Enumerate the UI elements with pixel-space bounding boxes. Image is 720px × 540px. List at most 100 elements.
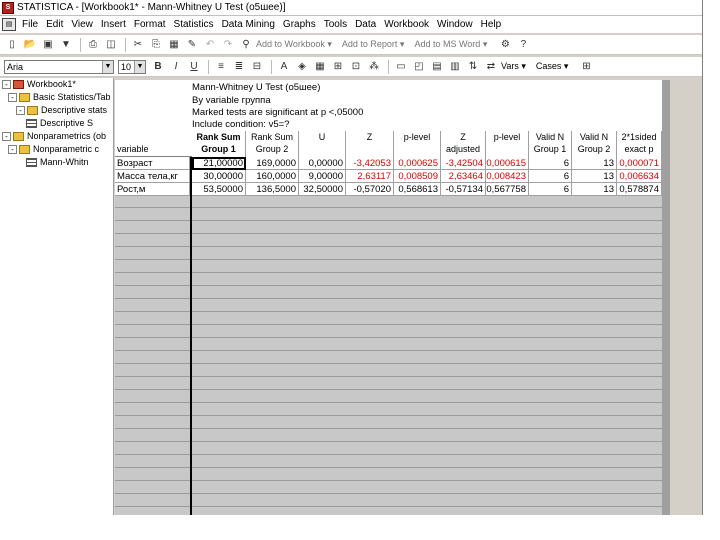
table-cell[interactable]: 6 xyxy=(529,157,572,170)
column-header[interactable]: p-level xyxy=(394,131,441,157)
menu-file[interactable]: File xyxy=(22,19,38,30)
column-header[interactable]: p-level xyxy=(486,131,529,157)
menu-tools[interactable]: Tools xyxy=(324,19,347,30)
redo-icon[interactable]: ↷ xyxy=(220,37,236,52)
menu-data[interactable]: Data xyxy=(355,19,376,30)
tree-item[interactable]: - Basic Statistics/Tab xyxy=(8,91,111,103)
add-to-workbook-button[interactable]: Add to Workbook ▾ xyxy=(256,39,332,50)
align-right-icon[interactable]: ⊟ xyxy=(249,59,265,74)
menu-window[interactable]: Window xyxy=(437,19,473,30)
table-cell[interactable]: 2,63464 xyxy=(441,170,486,183)
menu-graphs[interactable]: Graphs xyxy=(283,19,316,30)
align-center-icon[interactable]: ≣ xyxy=(231,59,247,74)
chevron-down-icon[interactable]: ▼ xyxy=(134,60,145,73)
tree-item[interactable]: Mann-Whitn xyxy=(26,156,89,168)
tree-item[interactable]: - Nonparametrics (ob xyxy=(2,130,106,142)
save-icon[interactable]: ▣ xyxy=(40,37,56,52)
underline-button[interactable]: U xyxy=(186,59,202,74)
italic-button[interactable]: I xyxy=(168,59,184,74)
format-icon[interactable]: ▤ xyxy=(429,59,445,74)
table-cell[interactable]: -3,42504 xyxy=(441,157,486,170)
table-cell[interactable]: 0,006634 xyxy=(617,170,662,183)
menu-workbook[interactable]: Workbook xyxy=(384,19,429,30)
collapse-icon[interactable]: - xyxy=(16,105,25,115)
table-options-icon[interactable]: ⊞ xyxy=(578,59,594,74)
transpose-icon[interactable]: ⇄ xyxy=(483,59,499,74)
column-header[interactable]: U xyxy=(299,131,346,157)
row-header[interactable]: Возраст xyxy=(115,157,190,170)
new-icon[interactable]: ▯ xyxy=(4,37,20,52)
fill-color-icon[interactable]: ◈ xyxy=(294,59,310,74)
column-header[interactable]: Rank Sum Group 2 xyxy=(246,131,299,157)
table-cell[interactable]: 0,000071 xyxy=(617,157,662,170)
table-cell[interactable]: 0,578874 xyxy=(617,183,662,196)
menu-view[interactable]: View xyxy=(71,19,93,30)
bold-button[interactable]: B xyxy=(150,59,166,74)
font-color-icon[interactable]: A xyxy=(276,59,292,74)
vars-menu[interactable]: Vars ▾ xyxy=(501,61,526,72)
menu-help[interactable]: Help xyxy=(481,19,502,30)
table-cell[interactable]: -0,57020 xyxy=(346,183,394,196)
chevron-down-icon[interactable]: ▼ xyxy=(102,60,113,73)
column-header[interactable]: 2*1sided exact p xyxy=(617,131,662,157)
menu-statistics[interactable]: Statistics xyxy=(174,19,214,30)
column-header[interactable]: Zadjusted xyxy=(441,131,486,157)
row-header[interactable]: Рост,м xyxy=(115,183,190,196)
font-size-select[interactable]: 10 ▼ xyxy=(118,59,146,74)
lock-icon[interactable]: ▥ xyxy=(447,59,463,74)
collapse-icon[interactable]: - xyxy=(8,92,17,102)
menu-edit[interactable]: Edit xyxy=(46,19,63,30)
align-left-icon[interactable]: ≡ xyxy=(213,59,229,74)
table-cell[interactable]: 6 xyxy=(529,170,572,183)
table-cell[interactable]: -3,42053 xyxy=(346,157,394,170)
tree-item[interactable]: - Workbook1* xyxy=(2,78,76,90)
table-cell[interactable]: 0,008423 xyxy=(486,170,529,183)
table-cell[interactable]: 32,50000 xyxy=(299,183,346,196)
copy-icon[interactable]: ⎘ xyxy=(148,37,164,52)
sort-icon[interactable]: ⇅ xyxy=(465,59,481,74)
add-to-msword-button[interactable]: Add to MS Word ▾ xyxy=(414,39,487,50)
table-cell[interactable]: 2,63117 xyxy=(346,170,394,183)
table-cell[interactable]: 53,50000 xyxy=(192,183,246,196)
table-cell[interactable]: 13 xyxy=(572,157,617,170)
table-cell[interactable]: 30,00000 xyxy=(192,170,246,183)
menu-insert[interactable]: Insert xyxy=(101,19,126,30)
table-cell[interactable]: 0,00000 xyxy=(299,157,346,170)
menu-data-mining[interactable]: Data Mining xyxy=(222,19,275,30)
print-icon[interactable]: ⎙ xyxy=(85,37,101,52)
table-cell[interactable]: 0,568613 xyxy=(394,183,441,196)
column-header[interactable]: Valid N Group 2 xyxy=(572,131,617,157)
doc-icon[interactable]: ▤ xyxy=(2,18,16,31)
collapse-icon[interactable]: - xyxy=(2,131,11,141)
collapse-icon[interactable]: - xyxy=(8,144,17,154)
borders-icon[interactable]: ▦ xyxy=(312,59,328,74)
table-cell[interactable]: 13 xyxy=(572,170,617,183)
open-icon[interactable]: 📂 xyxy=(22,37,38,52)
format-painter-icon[interactable]: ✎ xyxy=(184,37,200,52)
chart-icon[interactable]: ▭ xyxy=(393,59,409,74)
menu-format[interactable]: Format xyxy=(134,19,166,30)
table-cell[interactable]: 6 xyxy=(529,183,572,196)
column-header[interactable]: Valid N Group 1 xyxy=(529,131,572,157)
table-cell[interactable]: 13 xyxy=(572,183,617,196)
collapse-icon[interactable]: - xyxy=(2,79,11,89)
tree-item[interactable]: Descriptive S xyxy=(26,117,93,129)
tree-item[interactable]: - Nonparametric c xyxy=(8,143,99,155)
column-header[interactable]: Z xyxy=(346,131,394,157)
cut-icon[interactable]: ✂ xyxy=(130,37,146,52)
table-cell[interactable]: 0,567758 xyxy=(486,183,529,196)
table-cell[interactable]: 9,00000 xyxy=(299,170,346,183)
table-cell[interactable]: 21,00000 xyxy=(192,157,246,170)
table-cell[interactable]: -0,57134 xyxy=(441,183,486,196)
row-header[interactable]: Масса тела,кг xyxy=(115,170,190,183)
tree-item[interactable]: - Descriptive stats xyxy=(16,104,107,116)
table-cell[interactable]: 0,000615 xyxy=(486,157,529,170)
cases-menu[interactable]: Cases ▾ xyxy=(536,61,569,72)
table-cell[interactable]: 136,5000 xyxy=(246,183,299,196)
pdf-icon[interactable]: ▼ xyxy=(58,37,74,52)
undo-icon[interactable]: ↶ xyxy=(202,37,218,52)
add-to-report-button[interactable]: Add to Report ▾ xyxy=(342,39,405,50)
table-cell[interactable]: 0,000625 xyxy=(394,157,441,170)
paste-icon[interactable]: ▦ xyxy=(166,37,182,52)
grid-icon[interactable]: ⊡ xyxy=(348,59,364,74)
